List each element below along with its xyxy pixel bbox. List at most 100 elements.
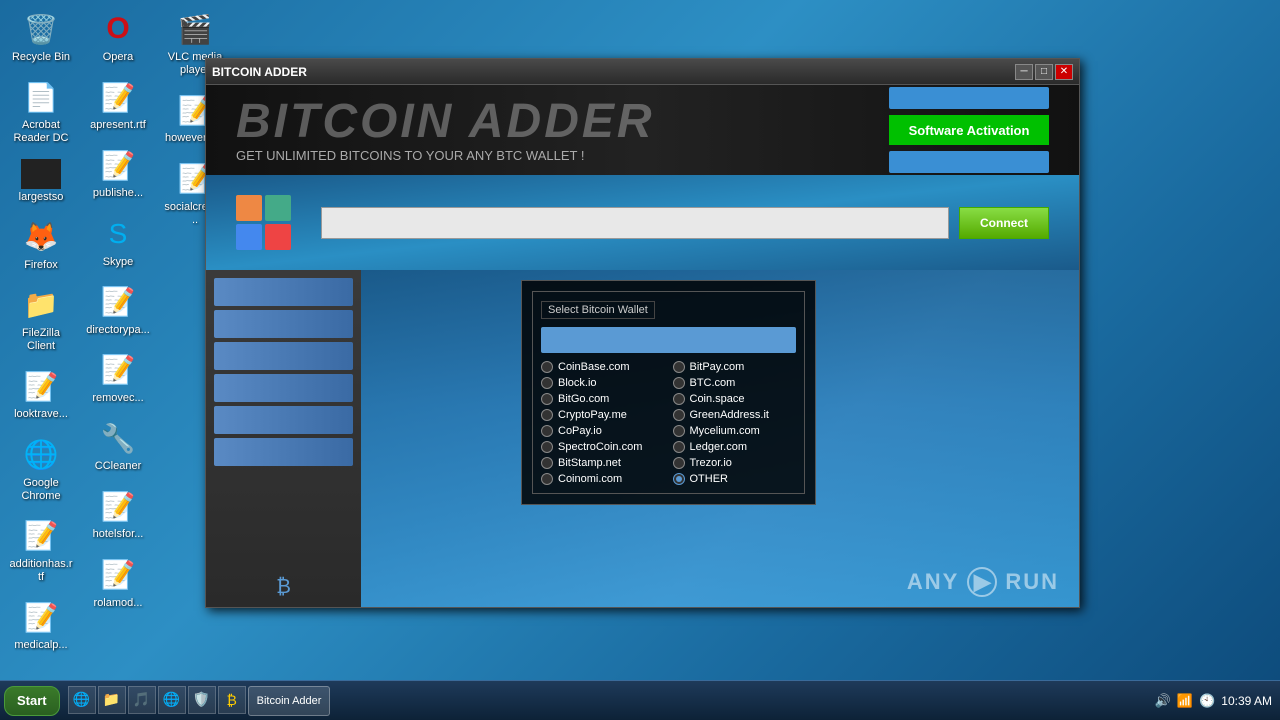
radio-trezor[interactable] xyxy=(673,457,685,469)
wallet-option-spectrocoin[interactable]: SpectroCoin.com xyxy=(541,441,665,453)
desktop-icon-filezilla[interactable]: 📁 FileZilla Client xyxy=(5,281,77,357)
taskbar-app-bitcoin-adder[interactable]: Bitcoin Adder xyxy=(248,686,331,716)
connect-button[interactable]: Connect xyxy=(959,207,1049,239)
radio-bitgo[interactable] xyxy=(541,393,553,405)
radio-cryptopay[interactable] xyxy=(541,409,553,421)
desktop-icon-acrobat[interactable]: 📄 Acrobat Reader DC xyxy=(5,73,77,149)
apresent-icon: 📝 xyxy=(98,77,138,117)
start-button[interactable]: Start xyxy=(4,686,60,716)
wallet-option-coinbase[interactable]: CoinBase.com xyxy=(541,361,665,373)
desktop-icon-recycle-bin[interactable]: 🗑️ Recycle Bin xyxy=(5,5,77,68)
wallet-greenaddress-label: GreenAddress.it xyxy=(690,409,769,421)
removec-icon: 📝 xyxy=(98,350,138,390)
additionhas-label: additionhas.rtf xyxy=(9,558,73,584)
minimize-button[interactable]: ─ xyxy=(1015,64,1033,80)
skype-icon: S xyxy=(98,214,138,254)
bitcoin-adder-window: BITCOIN ADDER ─ □ ✕ BITCOIN ADDER GET UN… xyxy=(205,58,1080,608)
looktrave-label: looktrave... xyxy=(14,408,68,421)
wallet-option-other[interactable]: OTHER xyxy=(673,473,797,485)
taskbar-icon-ie[interactable]: 🌐 xyxy=(68,686,96,714)
publishe-label: publishe... xyxy=(93,187,143,200)
main-content: ₿ Select Bitcoin Wallet xyxy=(206,270,1079,607)
wallet-option-cryptopay[interactable]: CryptoPay.me xyxy=(541,409,665,421)
taskbar-icon-bitcoin[interactable]: ₿ xyxy=(218,686,246,714)
close-button[interactable]: ✕ xyxy=(1055,64,1073,80)
taskbar-icon-chrome[interactable]: 🌐 xyxy=(158,686,186,714)
wallet-option-ledger[interactable]: Ledger.com xyxy=(673,441,797,453)
wallet-option-copay[interactable]: CoPay.io xyxy=(541,425,665,437)
publishe-icon: 📝 xyxy=(98,145,138,185)
desktop-icon-looktrave[interactable]: 📝 looktrave... xyxy=(5,362,77,425)
wallet-copay-label: CoPay.io xyxy=(558,425,602,437)
recycle-bin-label: Recycle Bin xyxy=(12,51,70,64)
wallet-option-blockio[interactable]: Block.io xyxy=(541,377,665,389)
wallet-option-bitstamp[interactable]: BitStamp.net xyxy=(541,457,665,469)
taskbar-apps: 🌐 📁 🎵 🌐 🛡️ ₿ Bitcoin Adder xyxy=(64,686,1147,716)
wallet-address-input[interactable] xyxy=(321,207,949,239)
left-panel: ₿ xyxy=(206,270,361,607)
radio-spectrocoin[interactable] xyxy=(541,441,553,453)
radio-blockio[interactable] xyxy=(541,377,553,389)
radio-coinspace[interactable] xyxy=(673,393,685,405)
system-tray: 🔊 📶 🕙 10:39 AM xyxy=(1147,693,1280,709)
ccleaner-label: CCleaner xyxy=(95,460,141,473)
desktop-icon-rolamod[interactable]: 📝 rolamod... xyxy=(82,551,154,614)
radio-copay[interactable] xyxy=(541,425,553,437)
largestso-label: largestso xyxy=(19,191,64,204)
taskbar-icon-security[interactable]: 🛡️ xyxy=(188,686,216,714)
maximize-button[interactable]: □ xyxy=(1035,64,1053,80)
desktop-icon-medicalp[interactable]: 📝 medicalp... xyxy=(5,593,77,656)
bitcoin-title-area: BITCOIN ADDER GET UNLIMITED BITCOINS TO … xyxy=(236,98,655,163)
wallet-option-bitpay[interactable]: BitPay.com xyxy=(673,361,797,373)
activation-bar-top xyxy=(889,87,1049,109)
desktop-icon-directorypa[interactable]: 📝 directorypa... xyxy=(82,278,154,341)
desktop-icon-additionhas[interactable]: 📝 additionhas.rtf xyxy=(5,512,77,588)
wallet-coinbase-label: CoinBase.com xyxy=(558,361,630,373)
wallet-trezor-label: Trezor.io xyxy=(690,457,732,469)
desktop-icon-chrome[interactable]: 🌐 Google Chrome xyxy=(5,431,77,507)
desktop: 🗑️ Recycle Bin 📄 Acrobat Reader DC large… xyxy=(0,0,1280,720)
wallet-option-mycelium[interactable]: Mycelium.com xyxy=(673,425,797,437)
window-title: BITCOIN ADDER xyxy=(212,65,1015,79)
wallet-bitgo-label: BitGo.com xyxy=(558,393,609,405)
hotelsfor-icon: 📝 xyxy=(98,486,138,526)
wallet-option-bitgo[interactable]: BitGo.com xyxy=(541,393,665,405)
wallet-option-greenaddress[interactable]: GreenAddress.it xyxy=(673,409,797,421)
desktop-icon-opera[interactable]: O Opera xyxy=(82,5,154,68)
desktop-icon-removec[interactable]: 📝 removec... xyxy=(82,346,154,409)
taskbar-icon-folder[interactable]: 📁 xyxy=(98,686,126,714)
wallet-option-trezor[interactable]: Trezor.io xyxy=(673,457,797,469)
radio-greenaddress[interactable] xyxy=(673,409,685,421)
wallet-blockio-label: Block.io xyxy=(558,377,597,389)
radio-bitstamp[interactable] xyxy=(541,457,553,469)
wallet-mycelium-label: Mycelium.com xyxy=(690,425,760,437)
desktop-icon-apresent[interactable]: 📝 apresent.rtf xyxy=(82,73,154,136)
radio-other[interactable] xyxy=(673,473,685,485)
desktop-icon-publishe[interactable]: 📝 publishe... xyxy=(82,141,154,204)
radio-mycelium[interactable] xyxy=(673,425,685,437)
desktop-icon-hotelsfor[interactable]: 📝 hotelsfor... xyxy=(82,482,154,545)
chrome-label: Google Chrome xyxy=(9,477,73,503)
additionhas-icon: 📝 xyxy=(21,516,61,556)
wallet-option-btccom[interactable]: BTC.com xyxy=(673,377,797,389)
radio-btccom[interactable] xyxy=(673,377,685,389)
desktop-icon-skype[interactable]: S Skype xyxy=(82,210,154,273)
activation-bar-bottom xyxy=(889,151,1049,173)
chrome-icon: 🌐 xyxy=(21,435,61,475)
taskbar: Start 🌐 📁 🎵 🌐 🛡️ ₿ Bitcoin Adder 🔊 📶 🕙 1… xyxy=(0,680,1280,720)
radio-bitpay[interactable] xyxy=(673,361,685,373)
software-activation-button[interactable]: Software Activation xyxy=(889,115,1049,145)
radio-coinomi[interactable] xyxy=(541,473,553,485)
wallet-option-coinspace[interactable]: Coin.space xyxy=(673,393,797,405)
desktop-icon-largestso[interactable]: largestso xyxy=(5,155,77,208)
tray-icon-network: 📶 xyxy=(1177,693,1193,709)
windows-logo-pane-bl xyxy=(236,224,262,250)
desktop-icon-firefox[interactable]: 🦊 Firefox xyxy=(5,213,77,276)
taskbar-icon-media[interactable]: 🎵 xyxy=(128,686,156,714)
radio-coinbase[interactable] xyxy=(541,361,553,373)
wallet-option-coinomi[interactable]: Coinomi.com xyxy=(541,473,665,485)
largestso-icon xyxy=(21,159,61,189)
windows-logo xyxy=(236,195,291,250)
radio-ledger[interactable] xyxy=(673,441,685,453)
desktop-icon-ccleaner[interactable]: 🔧 CCleaner xyxy=(82,414,154,477)
